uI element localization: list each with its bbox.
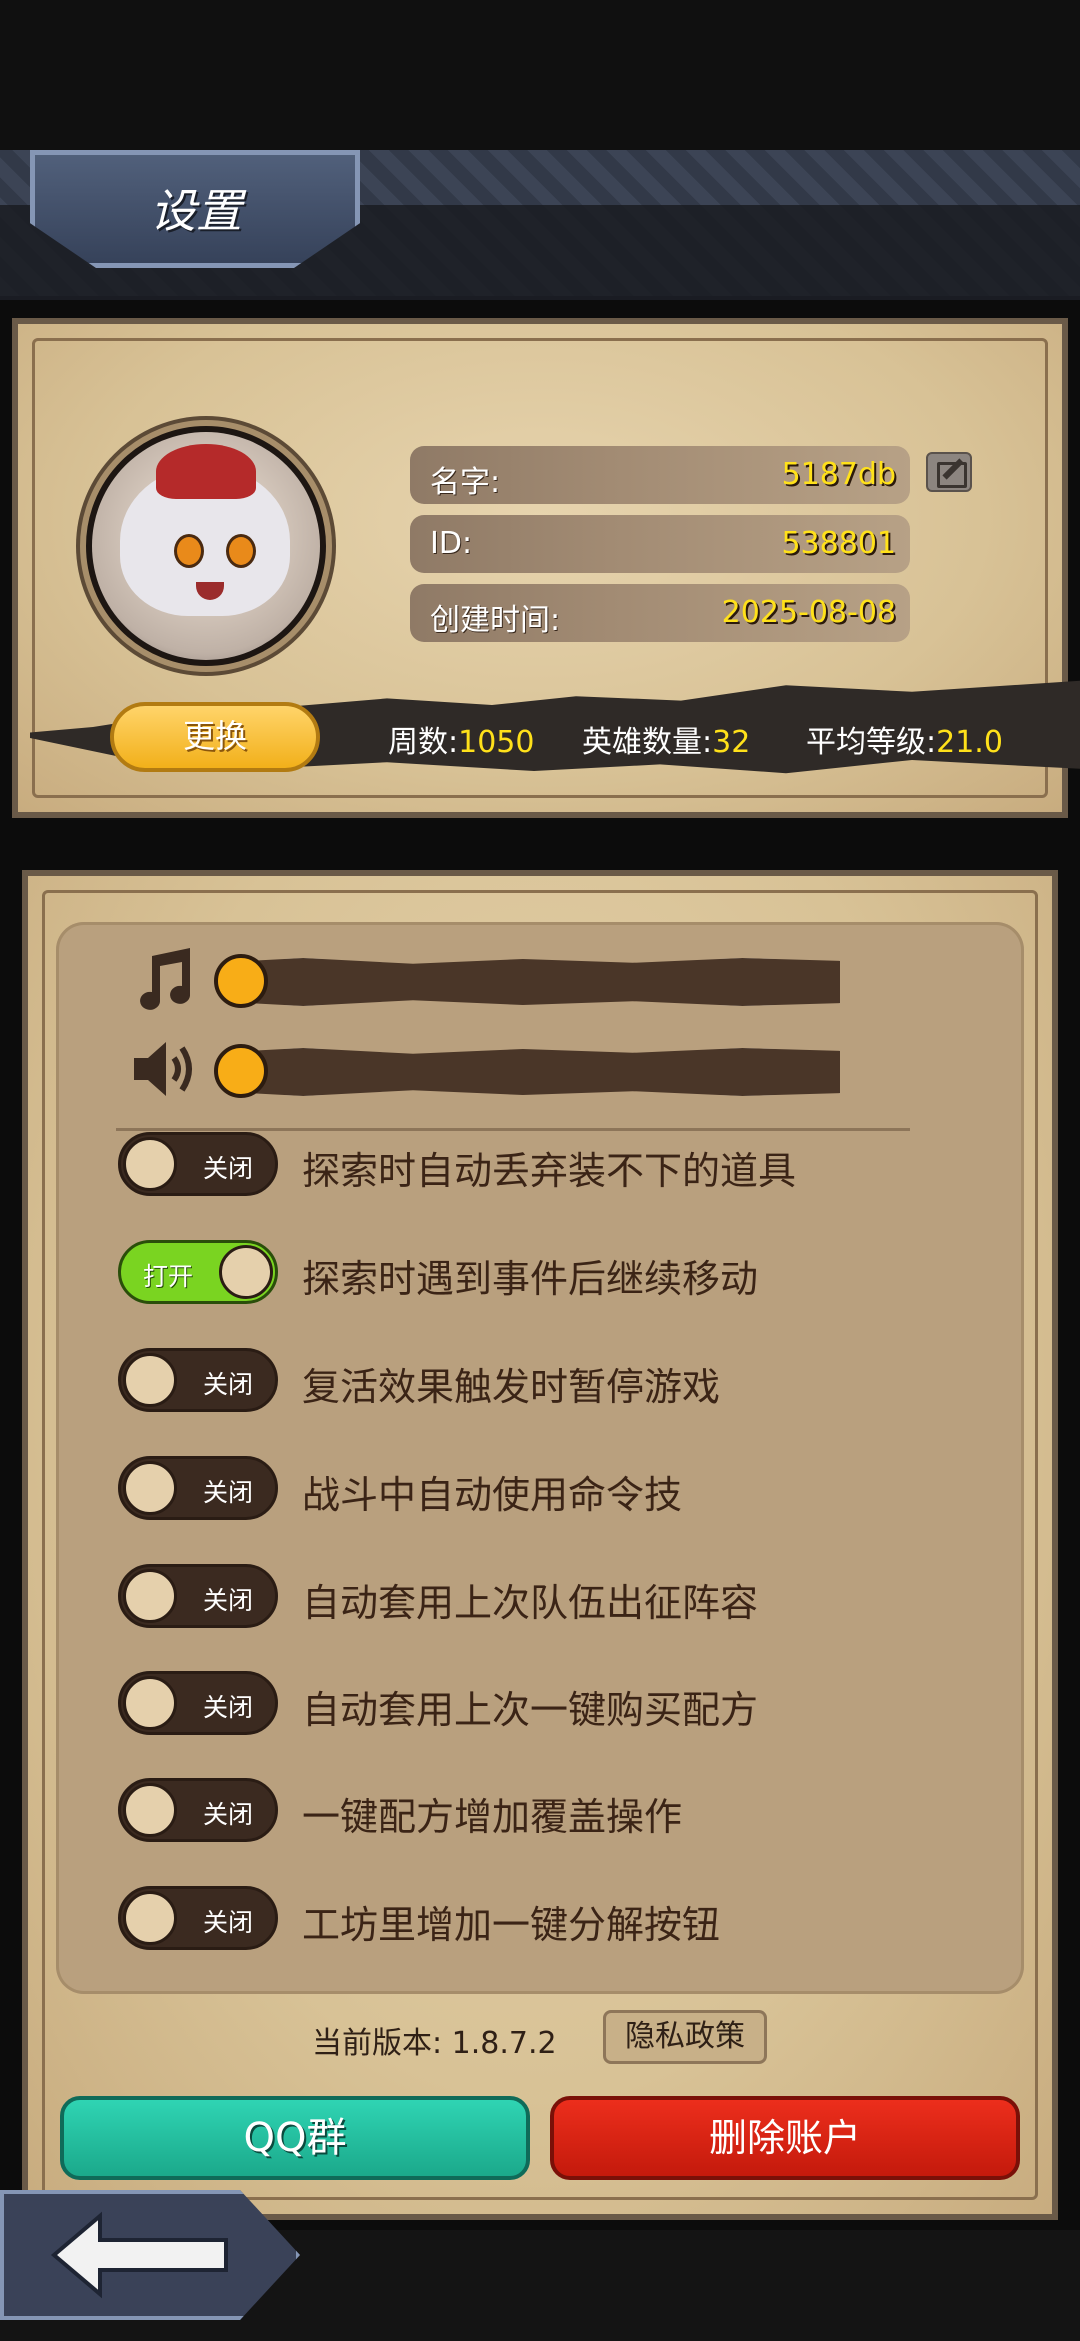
stat-heroes: 英雄数量:32: [582, 725, 751, 760]
version-text: 当前版本: 1.8.7.2: [312, 2026, 557, 2061]
edit-name-icon[interactable]: [926, 452, 972, 492]
toggle-row: 关闭 自动套用上次一键购买配方: [118, 1667, 978, 1739]
toggle-label: 自动套用上次队伍出征阵容: [302, 1581, 759, 1625]
toggle-label: 一键配方增加覆盖操作: [302, 1795, 683, 1839]
music-slider-knob[interactable]: [214, 954, 268, 1008]
delete-account-button[interactable]: 删除账户: [550, 2096, 1020, 2180]
toggle-label: 探索时遇到事件后继续移动: [302, 1257, 759, 1301]
toggle-switch[interactable]: 关闭: [118, 1132, 278, 1196]
sfx-slider-knob[interactable]: [214, 1044, 268, 1098]
status-area: [0, 0, 1080, 150]
speaker-icon: [134, 1042, 192, 1096]
toggle-row: 打开 探索时遇到事件后继续移动: [118, 1236, 978, 1308]
stat-weeks: 周数:1050: [388, 725, 535, 760]
toggle-switch[interactable]: 关闭: [118, 1886, 278, 1950]
toggle-switch[interactable]: 关闭: [118, 1564, 278, 1628]
toggle-label: 探索时自动丢弃装不下的道具: [302, 1149, 797, 1193]
qq-group-button[interactable]: QQ群: [60, 2096, 530, 2180]
name-value: 5187db: [781, 457, 896, 492]
created-value: 2025-08-08: [721, 595, 896, 630]
back-arrow-icon: [50, 2211, 228, 2299]
toggle-row: 关闭 复活效果触发时暂停游戏: [118, 1344, 978, 1416]
toggle-label: 工坊里增加一键分解按钮: [302, 1903, 721, 1947]
sfx-slider-track[interactable]: [230, 1048, 840, 1096]
toggle-switch[interactable]: 关闭: [118, 1348, 278, 1412]
music-slider-track[interactable]: [230, 958, 840, 1006]
toggle-label: 自动套用上次一键购买配方: [302, 1688, 759, 1732]
toggle-row: 关闭 一键配方增加覆盖操作: [118, 1774, 978, 1846]
toggle-row: 关闭 自动套用上次队伍出征阵容: [118, 1560, 978, 1632]
created-label: 创建时间:: [430, 603, 561, 638]
toggle-switch[interactable]: 打开: [118, 1240, 278, 1304]
avatar[interactable]: [80, 420, 332, 672]
music-note-icon: [140, 948, 191, 1010]
toggle-row: 关闭 工坊里增加一键分解按钮: [118, 1882, 978, 1954]
toggle-row: 关闭 探索时自动丢弃装不下的道具: [118, 1128, 978, 1200]
stat-avg-level: 平均等级:21.0: [806, 725, 1003, 760]
toggle-label: 复活效果触发时暂停游戏: [302, 1365, 721, 1409]
id-value: 538801: [781, 526, 896, 561]
toggle-label: 战斗中自动使用命令技: [302, 1473, 683, 1517]
toggle-switch[interactable]: 关闭: [118, 1456, 278, 1520]
toggle-row: 关闭 战斗中自动使用命令技: [118, 1452, 978, 1524]
swap-avatar-button[interactable]: 更换: [110, 702, 320, 772]
name-row: 名字: 5187db: [410, 446, 910, 504]
toggle-switch[interactable]: 关闭: [118, 1671, 278, 1735]
page-title: 设置: [150, 184, 242, 238]
name-label: 名字:: [430, 465, 501, 500]
id-row: ID: 538801: [410, 515, 910, 573]
id-label: ID:: [430, 526, 473, 561]
privacy-policy-button[interactable]: 隐私政策: [603, 2010, 767, 2064]
toggle-switch[interactable]: 关闭: [118, 1778, 278, 1842]
created-row: 创建时间: 2025-08-08: [410, 584, 910, 642]
